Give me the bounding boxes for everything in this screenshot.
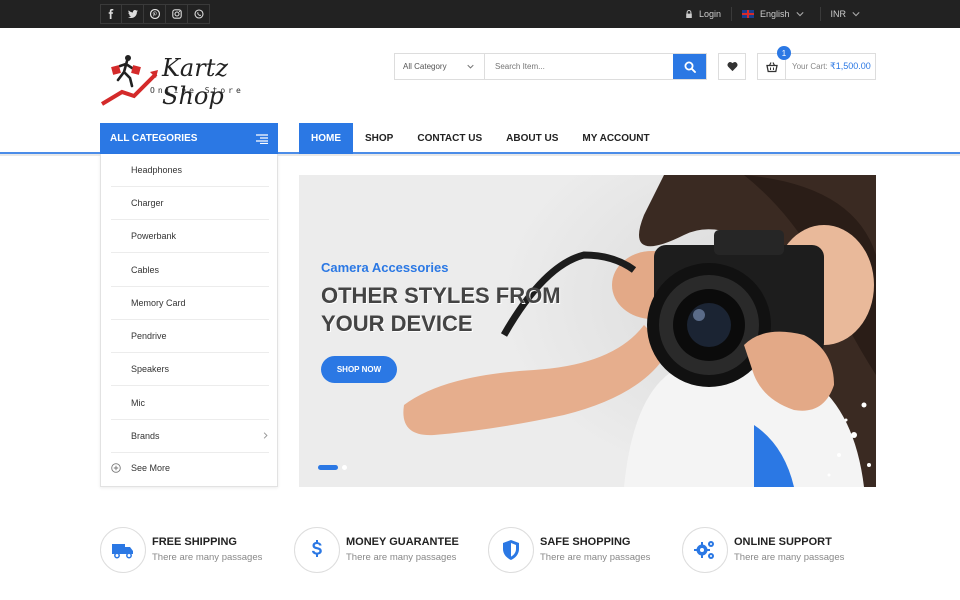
search-icon: [684, 61, 696, 73]
currency-label: INR: [830, 9, 847, 19]
dollar-icon: [312, 540, 322, 557]
language-selector[interactable]: English: [730, 7, 820, 21]
category-item-mic[interactable]: Mic: [111, 387, 269, 420]
feature-icon-circle: [488, 527, 534, 573]
feature-safe-shopping: SAFE SHOPPING There are many passages: [488, 527, 678, 573]
main-menu: HOME SHOP CONTACT US ABOUT US MY ACCOUNT: [299, 123, 662, 154]
feature-title: MONEY GUARANTEE: [346, 536, 459, 548]
feature-free-shipping: FREE SHIPPING There are many passages: [100, 527, 290, 573]
category-select[interactable]: All Category: [395, 54, 485, 79]
feature-online-support: ONLINE SUPPORT There are many passages: [682, 527, 872, 573]
feature-subtitle: There are many passages: [540, 552, 651, 563]
category-item-speakers[interactable]: Speakers: [111, 353, 269, 386]
site-logo[interactable]: Kartz Shop Online Store: [100, 52, 280, 110]
logo-name: Kartz Shop: [162, 54, 228, 110]
feature-subtitle: There are many passages: [152, 552, 263, 563]
menu-lines-icon: [256, 133, 268, 144]
menu-about-us[interactable]: ABOUT US: [494, 123, 570, 154]
category-list: Headphones Charger Powerbank Cables Memo…: [100, 154, 278, 487]
whatsapp-icon[interactable]: [188, 4, 210, 24]
slider-dot[interactable]: [342, 465, 347, 470]
feature-subtitle: There are many passages: [346, 552, 457, 563]
logo-tagline: Online Store: [150, 86, 244, 95]
feature-icon-circle: [100, 527, 146, 573]
feature-icon-circle: [294, 527, 340, 573]
pinterest-icon[interactable]: [144, 4, 166, 24]
gears-icon: [694, 541, 714, 559]
menu-shop[interactable]: SHOP: [353, 123, 405, 154]
features-row: FREE SHIPPING There are many passages MO…: [100, 527, 876, 573]
shop-now-button[interactable]: SHOP NOW: [321, 356, 397, 383]
wishlist-button[interactable]: [718, 53, 746, 80]
category-item-pendrive[interactable]: Pendrive: [111, 320, 269, 353]
cart-summary: Your Cart: ₹1,500.00: [786, 61, 871, 72]
social-links: [100, 4, 210, 24]
twitter-icon[interactable]: [122, 4, 144, 24]
feature-icon-circle: [682, 527, 728, 573]
banner-title: OTHER STYLES FROM YOUR DEVICE: [321, 282, 601, 338]
cart-button[interactable]: 1 Your Cart: ₹1,500.00: [757, 46, 876, 80]
banner-title-line1: OTHER STYLES FROM: [321, 283, 561, 308]
shield-icon: [503, 540, 519, 560]
category-item-brands[interactable]: Brands: [111, 420, 269, 453]
all-categories-label: ALL CATEGORIES: [110, 133, 198, 144]
category-item-headphones[interactable]: Headphones: [111, 154, 269, 187]
language-label: English: [759, 9, 790, 19]
chevron-down-icon: [467, 64, 474, 69]
feature-title: SAFE SHOPPING: [540, 536, 631, 548]
category-item-charger[interactable]: Charger: [111, 187, 269, 220]
runner-logo-icon: [100, 55, 158, 106]
feature-money-guarantee: MONEY GUARANTEE There are many passages: [294, 527, 484, 573]
instagram-icon[interactable]: [166, 4, 188, 24]
feature-title: ONLINE SUPPORT: [734, 536, 832, 548]
currency-selector[interactable]: INR: [819, 7, 877, 21]
top-right-links: Login English INR: [675, 0, 876, 28]
truck-icon: [112, 544, 133, 559]
chevron-down-icon: [795, 12, 804, 17]
top-bar: Login English INR: [0, 0, 960, 28]
login-label: Login: [698, 9, 721, 19]
slider-dots: [318, 465, 347, 470]
category-item-cables[interactable]: Cables: [111, 254, 269, 287]
facebook-icon[interactable]: [100, 4, 122, 24]
chevron-right-icon: [263, 432, 268, 439]
feature-title: FREE SHIPPING: [152, 536, 237, 548]
cart-count-badge: 1: [777, 46, 791, 60]
heart-icon: [726, 62, 738, 72]
chevron-down-icon: [852, 12, 860, 17]
hero-banner: Camera Accessories OTHER STYLES FROM YOU…: [299, 175, 876, 487]
plus-circle-icon: [111, 463, 121, 473]
feature-subtitle: There are many passages: [734, 552, 845, 563]
banner-title-line2: YOUR DEVICE: [321, 311, 473, 336]
see-more-link[interactable]: See More: [111, 460, 170, 476]
cart-label: Your Cart:: [792, 62, 828, 71]
uk-flag-icon: [741, 10, 754, 18]
menu-my-account[interactable]: MY ACCOUNT: [570, 123, 661, 154]
menu-contact-us[interactable]: CONTACT US: [405, 123, 494, 154]
slider-dot-active[interactable]: [318, 465, 338, 470]
menu-home[interactable]: HOME: [299, 123, 353, 154]
lock-icon: [686, 10, 692, 18]
all-categories-toggle[interactable]: ALL CATEGORIES: [100, 123, 278, 154]
cart-total: ₹1,500.00: [829, 61, 871, 71]
search-button[interactable]: [673, 54, 706, 79]
see-more-label: See More: [131, 463, 171, 473]
login-link[interactable]: Login: [675, 7, 731, 21]
category-item-powerbank[interactable]: Powerbank: [111, 220, 269, 253]
banner-subtitle: Camera Accessories: [321, 260, 449, 275]
search-input[interactable]: [485, 54, 673, 79]
category-select-value: All Category: [403, 62, 447, 71]
category-item-memory-card[interactable]: Memory Card: [111, 287, 269, 320]
search-bar: All Category: [394, 53, 707, 80]
cart-icon-box: 1: [758, 46, 791, 79]
category-item-brands-label: Brands: [131, 431, 160, 441]
basket-icon: [765, 61, 778, 72]
